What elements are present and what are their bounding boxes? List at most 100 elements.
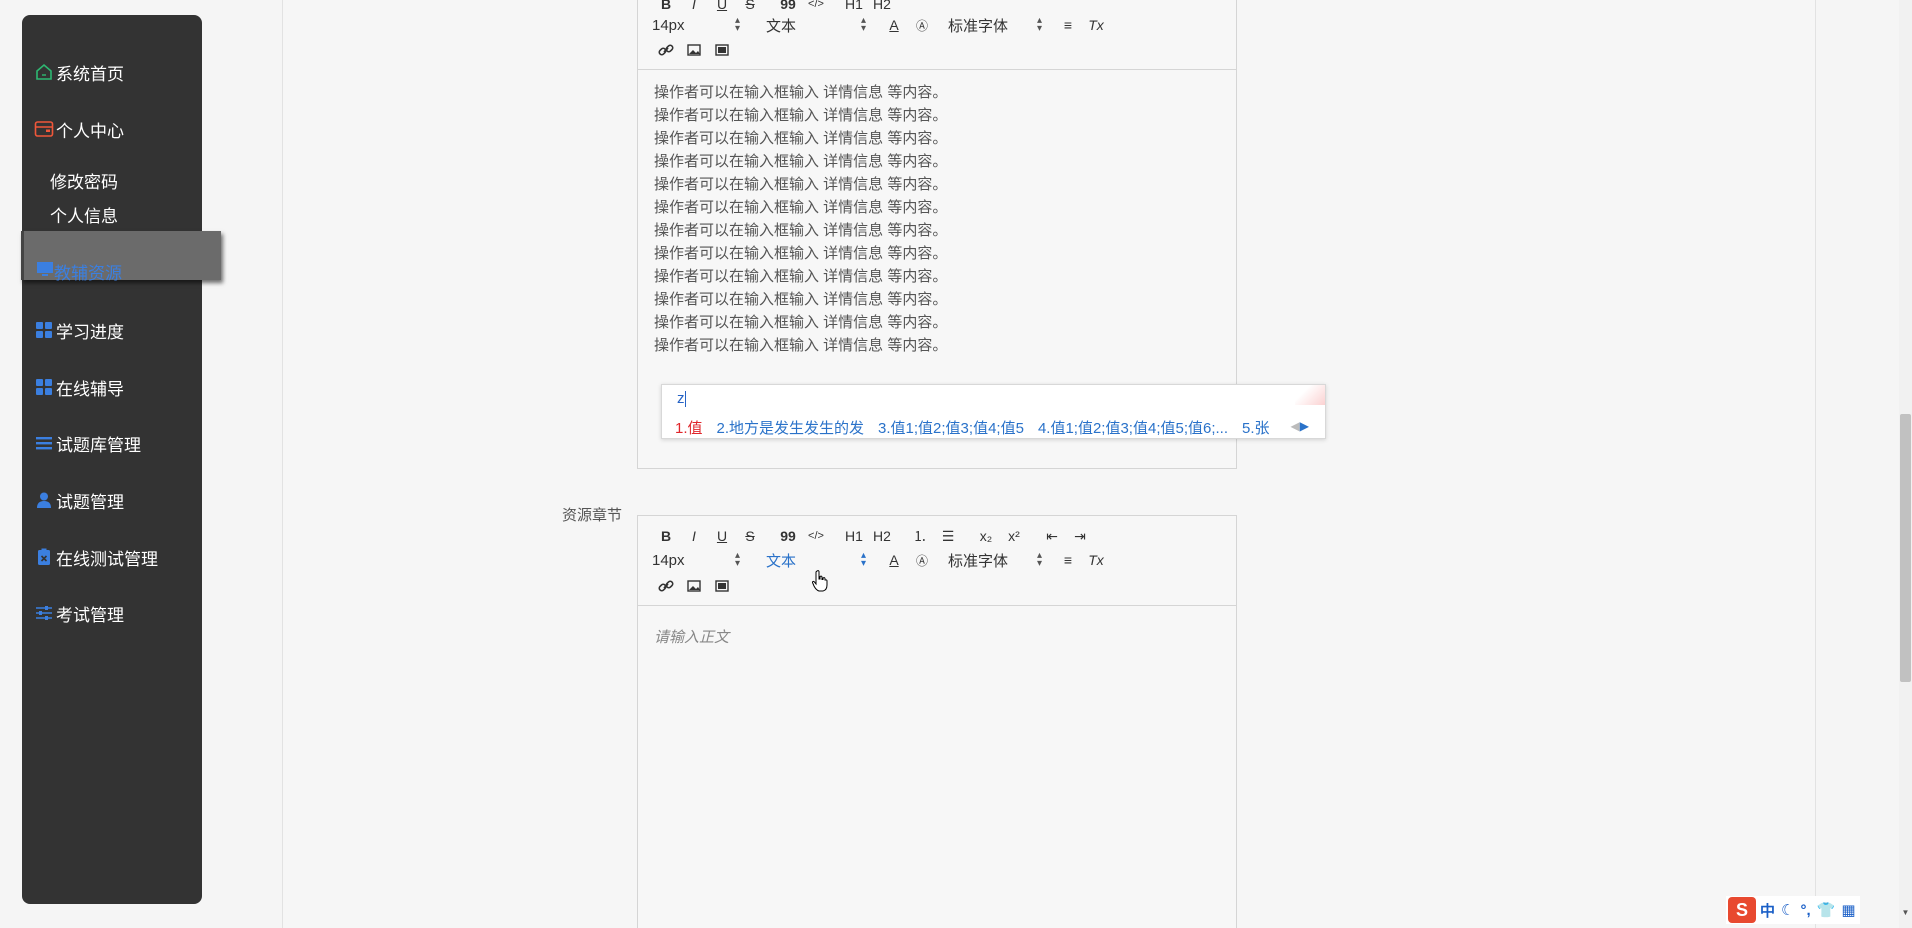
sidebar-item-online-test-management[interactable]: 在线测试管理 [34, 545, 158, 569]
clipboard-icon [34, 547, 54, 567]
resource-chapter-label: 资源章节 [562, 507, 623, 524]
clear-format-button[interactable]: Tx [1082, 552, 1110, 568]
block-type-select[interactable]: 文本 ▴ ▾ [766, 15, 866, 36]
indent-icon[interactable]: ⇥ [1066, 528, 1094, 545]
outdent-icon[interactable]: ⇤ [1038, 528, 1066, 545]
punctuation-icon[interactable]: °, [1798, 902, 1812, 919]
moon-icon[interactable]: ☾ [1779, 901, 1796, 919]
underline-button[interactable]: U [708, 528, 736, 544]
background-color-icon[interactable]: Ⓐ [908, 17, 936, 34]
editor-placeholder: 请输入正文 [654, 629, 730, 646]
sidebar-item-learning-progress[interactable]: 学习进度 [34, 318, 124, 342]
block-type-value: 文本 [766, 17, 797, 35]
skin-shirt-icon[interactable]: 👕 [1815, 901, 1838, 919]
sidebar-item-home[interactable]: 系统首页 [34, 60, 124, 84]
toolbox-grid-icon[interactable]: ▦ [1839, 901, 1857, 919]
bold-button[interactable]: B [652, 528, 680, 544]
ime-candidate[interactable]: 4.值1;值2;值3;值4;值5;值6;... [1038, 417, 1228, 438]
home-icon [34, 62, 54, 82]
ime-language-toggle[interactable]: 中 [1758, 900, 1777, 921]
grid-icon [34, 320, 54, 340]
sidebar-item-question-bank[interactable]: 试题库管理 [34, 431, 141, 455]
editor-toolbar: B I U S 99 </> H1 H2 14px ▴ ▾ 文本 ▴ ▾ A Ⓐ 标准字… [638, 0, 1236, 70]
quote-button[interactable]: 99 [774, 528, 802, 544]
sidebar-item-label: 系统首页 [56, 64, 124, 84]
sidebar-item-teaching-resources[interactable]: 教辅资源 [36, 259, 122, 283]
ime-candidate[interactable]: 1.值 [675, 417, 703, 438]
link-icon[interactable] [652, 41, 680, 57]
ime-skin-decoration [1295, 385, 1325, 405]
select-arrows-icon: ▴ ▾ [734, 550, 740, 569]
toolbar-row-2: 14px ▴ ▾ 文本 ▴ ▾ A Ⓐ 标准字体 ▴ ▾ ≡ Tx [652, 14, 1110, 36]
sidebar-item-label: 试题管理 [56, 492, 124, 512]
image-icon[interactable] [680, 41, 708, 57]
italic-button[interactable]: I [680, 0, 708, 12]
detail-editor-content[interactable]: 操作者可以在输入框输入 详情信息 等内容。 操作者可以在输入框输入 详情信息 等… [654, 81, 947, 357]
align-icon[interactable]: ≡ [1054, 17, 1082, 33]
select-arrows-icon: ▴ ▾ [860, 550, 866, 569]
submenu-item-change-password[interactable]: 修改密码 [50, 168, 118, 193]
font-size-select[interactable]: 14px ▴ ▾ [652, 550, 740, 569]
superscript-button[interactable]: x² [1000, 528, 1028, 544]
code-button[interactable]: </> [802, 0, 830, 10]
select-arrows-icon: ▴ ▾ [860, 15, 866, 34]
font-family-value: 标准字体 [948, 552, 1009, 570]
bullet-list-icon[interactable]: ☰ [934, 528, 962, 545]
strikethrough-button[interactable]: S [736, 0, 764, 12]
h1-button[interactable]: H1 [840, 0, 868, 12]
sidebar-item-personal-center[interactable]: 个人中心 [34, 117, 124, 141]
submenu-item-personal-info[interactable]: 个人信息 [50, 202, 118, 227]
scroll-down-arrow-icon[interactable]: ▼ [1900, 908, 1911, 919]
italic-button[interactable]: I [680, 528, 708, 544]
ime-prev-page-icon[interactable]: ◀ [1291, 419, 1300, 433]
scrollbar-thumb[interactable] [1900, 414, 1911, 682]
code-button[interactable]: </> [802, 530, 830, 542]
ime-candidate[interactable]: 5.张 [1242, 417, 1270, 438]
h2-button[interactable]: H2 [868, 0, 896, 12]
sidebar-item-label: 试题库管理 [56, 435, 141, 455]
ordered-list-icon[interactable]: ⒈ [906, 526, 934, 546]
align-icon[interactable]: ≡ [1054, 552, 1082, 568]
font-color-icon[interactable]: A [880, 552, 908, 568]
sidebar-item-exam-management[interactable]: 考试管理 [34, 601, 124, 625]
ime-page-nav: ◀▶ [1291, 419, 1309, 433]
content-line: 操作者可以在输入框输入 详情信息 等内容。 [654, 291, 948, 308]
resource-chapter-content[interactable]: 请输入正文 [638, 606, 1236, 928]
sidebar-item-online-tutoring[interactable]: 在线辅导 [34, 375, 124, 399]
toolbar-row-3 [652, 38, 736, 60]
sidebar-item-question-management[interactable]: 试题管理 [34, 488, 124, 512]
font-family-select[interactable]: 标准字体 ▴ ▾ [948, 15, 1042, 36]
sidebar-item-label: 学习进度 [56, 322, 124, 342]
ime-candidate-window: z 1.值 2.地方是发生发生的发 3.值1;值2;值3;值4;值5 4.值1;… [661, 384, 1326, 439]
sidebar-item-label: 考试管理 [56, 605, 124, 625]
content-line: 操作者可以在输入框输入 详情信息 等内容。 [654, 245, 948, 262]
link-icon[interactable] [652, 577, 680, 593]
clear-format-button[interactable]: Tx [1082, 17, 1110, 33]
sogou-logo-icon[interactable]: S [1728, 897, 1756, 923]
list-icon [34, 433, 54, 453]
quote-button[interactable]: 99 [774, 0, 802, 12]
bold-button[interactable]: B [652, 0, 680, 12]
underline-button[interactable]: U [708, 0, 736, 12]
image-icon[interactable] [680, 577, 708, 593]
font-family-select[interactable]: 标准字体 ▴ ▾ [948, 550, 1042, 571]
select-arrows-icon: ▴ ▾ [1036, 550, 1042, 569]
subscript-button[interactable]: x₂ [972, 528, 1000, 544]
ime-candidate[interactable]: 2.地方是发生发生的发 [717, 417, 865, 438]
sliders-icon [34, 603, 54, 623]
block-type-select[interactable]: 文本 ▴ ▾ [766, 550, 866, 571]
background-color-icon[interactable]: Ⓐ [908, 552, 936, 569]
ime-candidate[interactable]: 3.值1;值2;值3;值4;值5 [878, 417, 1024, 438]
strikethrough-button[interactable]: S [736, 528, 764, 544]
content-line: 操作者可以在输入框输入 详情信息 等内容。 [654, 337, 948, 354]
video-icon[interactable] [708, 577, 736, 593]
font-family-value: 标准字体 [948, 17, 1009, 35]
h1-button[interactable]: H1 [840, 528, 868, 544]
font-size-value: 14px [652, 551, 685, 569]
ime-next-page-icon[interactable]: ▶ [1300, 419, 1309, 433]
video-icon[interactable] [708, 41, 736, 57]
font-size-select[interactable]: 14px ▴ ▾ [652, 16, 740, 34]
h2-button[interactable]: H2 [868, 528, 896, 544]
font-color-icon[interactable]: A [880, 17, 908, 33]
block-type-value: 文本 [766, 552, 797, 570]
